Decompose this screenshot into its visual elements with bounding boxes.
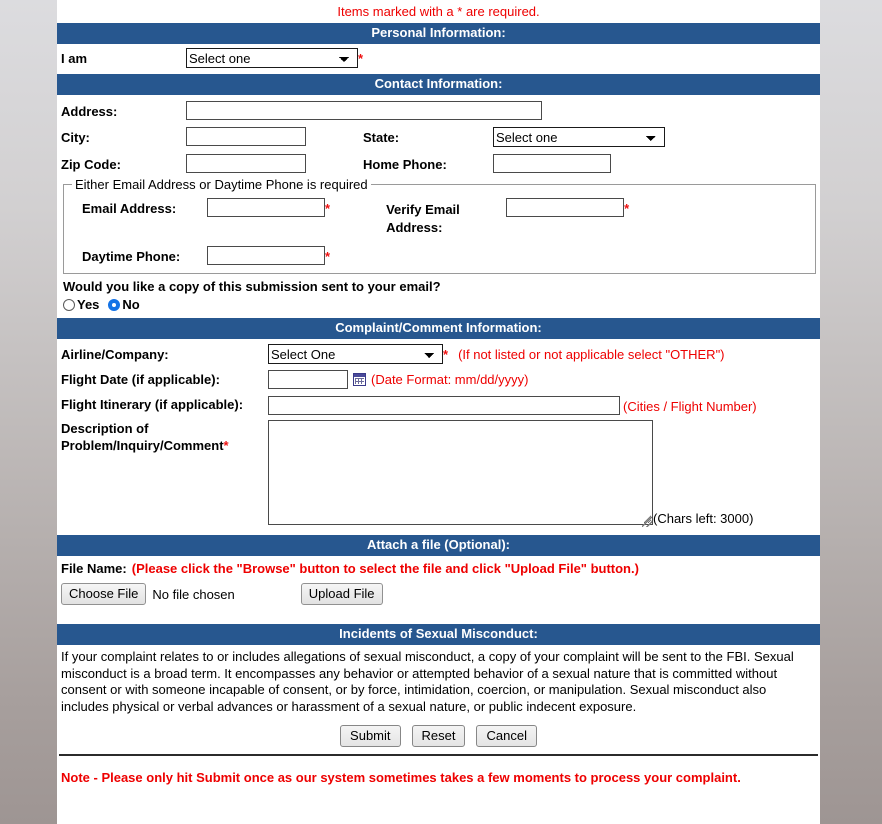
email-or-phone-fieldset: Either Email Address or Daytime Phone is… [63, 177, 816, 274]
row-file-name-instruction: File Name: (Please click the "Browse" bu… [57, 556, 820, 576]
upload-file-button[interactable]: Upload File [300, 583, 383, 605]
description-label-text: Description of Problem/Inquiry/Comment [61, 421, 224, 453]
flight-itinerary-input[interactable] [268, 396, 620, 415]
row-flight-itinerary: Flight Itinerary (if applicable): (Citie… [57, 389, 820, 415]
address-input[interactable] [186, 101, 542, 120]
chars-left-counter: (Chars left: 3000) [653, 511, 754, 526]
row-description: Description of Problem/Inquiry/Comment* … [57, 415, 820, 528]
row-address: Address: [57, 95, 820, 120]
copy-no-radio[interactable] [108, 298, 121, 311]
file-upload-instruction: (Please click the "Browse" button to sel… [131, 561, 639, 576]
airline-required-star: * [443, 346, 449, 362]
state-select[interactable]: Select one [493, 127, 665, 147]
i-am-select[interactable]: Select one [186, 48, 358, 68]
daytime-phone-input[interactable] [207, 246, 325, 265]
home-phone-label: Home Phone: [363, 157, 447, 172]
itinerary-hint: (Cities / Flight Number) [623, 399, 757, 414]
row-city-state: City: State: Select one [57, 120, 820, 147]
row-zip-homephone: Zip Code: Home Phone: [57, 147, 820, 173]
row-daytime-phone: Daytime Phone: * [72, 237, 807, 265]
cancel-button[interactable]: Cancel [476, 725, 537, 747]
flight-date-label: Flight Date (if applicable): [61, 372, 220, 387]
file-name-label: File Name: [61, 561, 127, 576]
email-address-label: Email Address: [82, 201, 177, 216]
city-input[interactable] [186, 127, 306, 146]
verify-email-required-star: * [624, 201, 630, 216]
copy-submission-question: Would you like a copy of this submission… [63, 279, 441, 294]
description-textarea[interactable] [268, 420, 653, 525]
city-label: City: [61, 130, 90, 145]
i-am-label: I am [61, 51, 88, 66]
zip-code-label: Zip Code: [61, 157, 121, 172]
row-email-verify: Email Address: * Verify Email Address: * [72, 196, 807, 237]
copy-yes-label: Yes [77, 297, 100, 312]
copy-yes-radio[interactable] [63, 298, 75, 311]
section-header-contact-information: Contact Information: [57, 74, 820, 95]
date-format-hint: (Date Format: mm/dd/yyyy) [371, 372, 529, 387]
copy-submission-radio-group: Yes No [57, 294, 820, 312]
description-label: Description of Problem/Inquiry/Comment* [61, 420, 268, 454]
row-file-controls: Choose File No file chosen Upload File [57, 576, 820, 605]
airline-company-select[interactable]: Select One [268, 344, 443, 364]
row-airline: Airline/Company: Select One * (If not li… [57, 339, 820, 364]
state-label: State: [363, 130, 400, 145]
daytime-phone-label: Daytime Phone: [82, 249, 181, 264]
description-required-star: * [223, 438, 229, 453]
verify-email-label: Verify Email Address: [386, 202, 460, 235]
address-label: Address: [61, 104, 118, 119]
no-file-chosen-text: No file chosen [152, 586, 235, 602]
email-required-star: * [325, 201, 331, 216]
daytime-phone-required-star: * [325, 249, 331, 264]
verify-email-input[interactable] [506, 198, 625, 217]
email-address-input[interactable] [207, 198, 325, 217]
form-action-buttons: Submit Reset Cancel [57, 717, 820, 747]
submit-button[interactable]: Submit [340, 725, 401, 747]
calendar-icon[interactable] [353, 373, 366, 386]
section-header-personal-information: Personal Information: [57, 23, 820, 44]
section-header-sexual-misconduct: Incidents of Sexual Misconduct: [57, 624, 820, 645]
i-am-required-star: * [358, 51, 364, 66]
section-header-attach-file: Attach a file (Optional): [57, 535, 820, 556]
form-page: Items marked with a * are required. Pers… [57, 0, 820, 824]
flight-date-input[interactable] [268, 370, 348, 389]
zip-code-input[interactable] [186, 154, 306, 173]
sexual-misconduct-body: If your complaint relates to or includes… [61, 649, 794, 714]
email-or-phone-legend: Either Email Address or Daytime Phone is… [75, 177, 368, 192]
row-i-am: I am Select one * [57, 44, 820, 70]
required-items-note: Items marked with a * are required. [337, 4, 540, 19]
flight-itinerary-label: Flight Itinerary (if applicable): [61, 397, 244, 412]
reset-button[interactable]: Reset [411, 725, 466, 747]
airline-hint: (If not listed or not applicable select … [458, 346, 725, 362]
choose-file-button[interactable]: Choose File [61, 583, 147, 605]
section-header-complaint-information: Complaint/Comment Information: [57, 318, 820, 339]
copy-no-label: No [122, 297, 140, 312]
home-phone-input[interactable] [493, 154, 611, 173]
footer-submit-note: Note - Please only hit Submit once as ou… [61, 770, 741, 785]
textarea-resize-handle[interactable] [642, 517, 652, 527]
row-flight-date: Flight Date (if applicable): (Date Forma… [57, 364, 820, 389]
airline-company-label: Airline/Company: [61, 346, 169, 362]
